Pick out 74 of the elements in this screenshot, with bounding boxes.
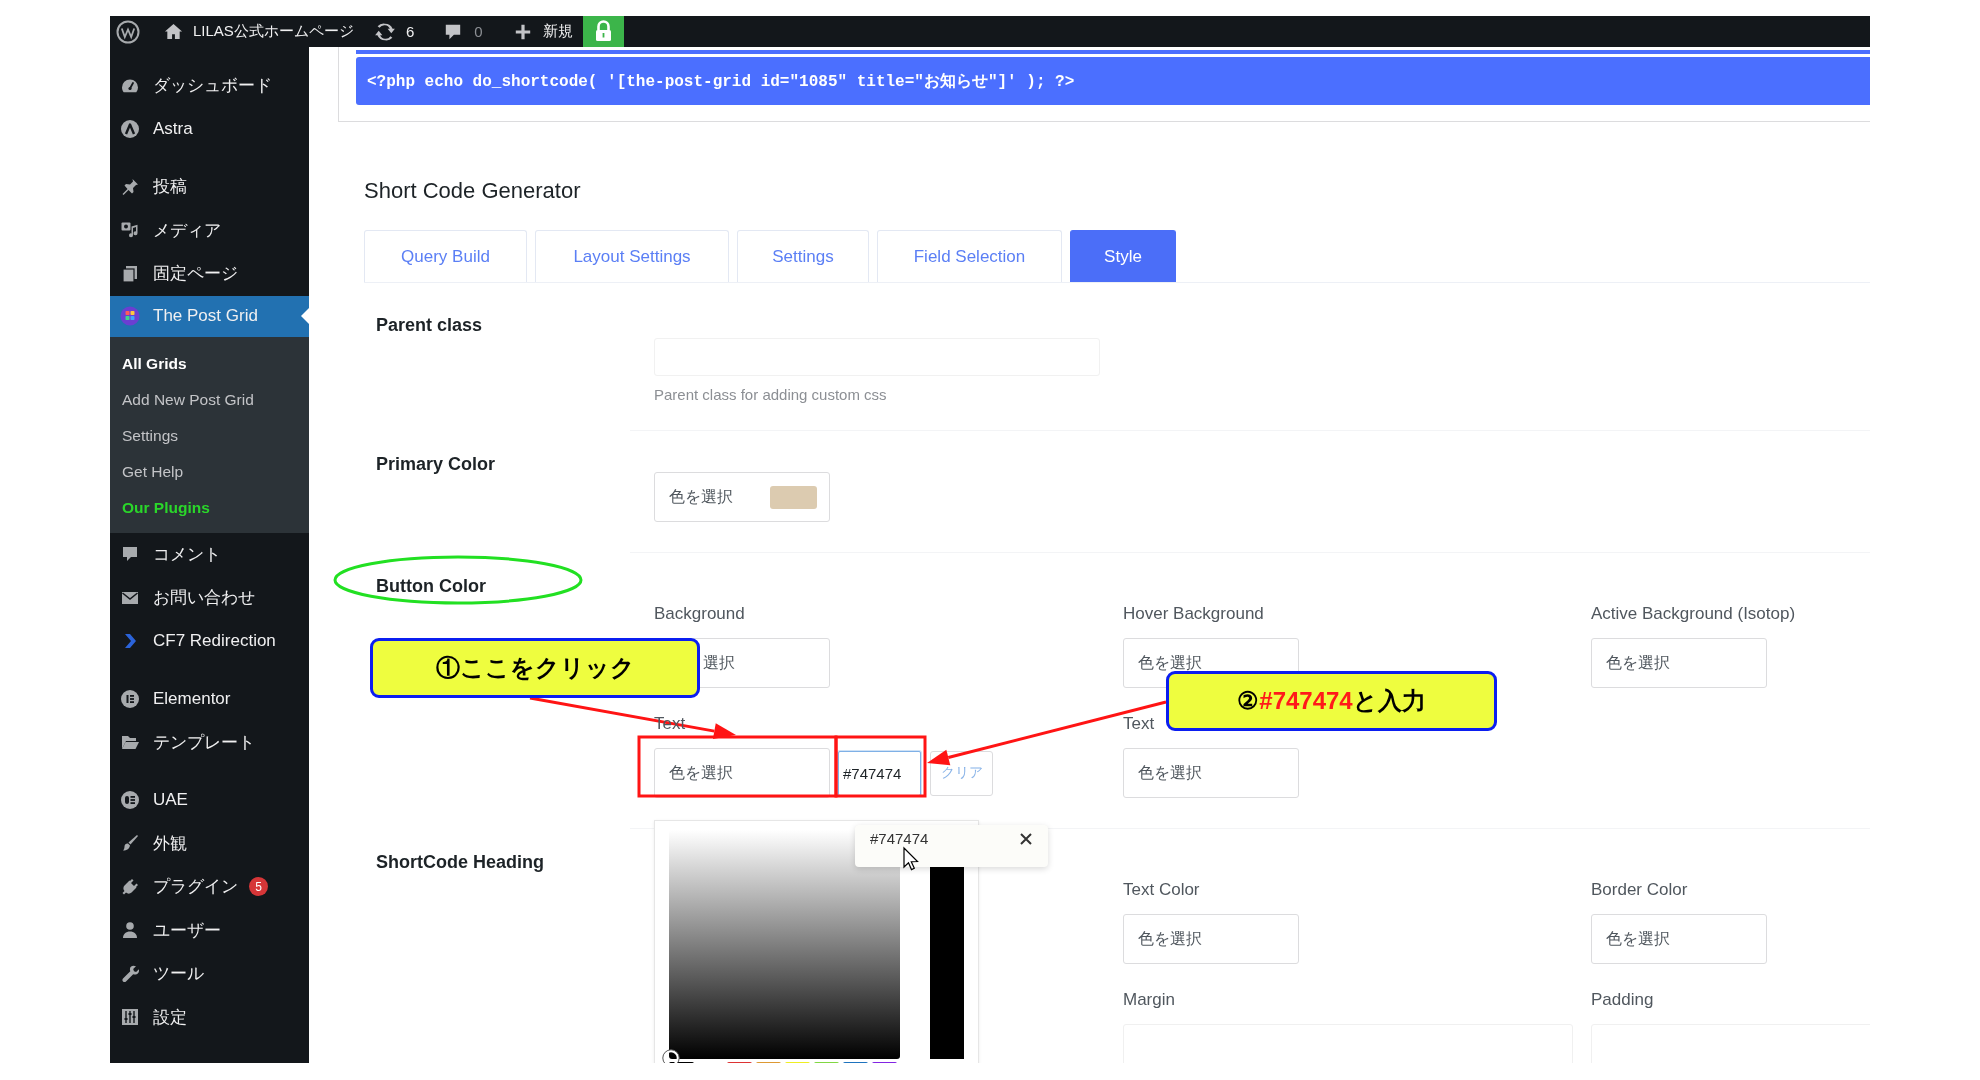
section-title: Short Code Generator bbox=[364, 178, 581, 204]
tab[interactable]: Layout Settings bbox=[535, 230, 729, 282]
site-link[interactable]: LILAS公式ホームページ bbox=[164, 16, 354, 47]
menu-item[interactable]: 固定ページ bbox=[110, 252, 309, 296]
menu-item[interactable]: メディア bbox=[110, 208, 309, 252]
suggestion-item[interactable]: #747474 bbox=[870, 830, 929, 848]
section-label: Primary Color bbox=[375, 453, 496, 475]
menu-item[interactable]: CF7 Redirection bbox=[110, 619, 309, 663]
plus-icon bbox=[514, 23, 531, 40]
user-icon bbox=[120, 920, 140, 941]
plug-icon bbox=[120, 876, 140, 897]
menu-item[interactable]: The Post Grid bbox=[110, 295, 309, 337]
menu-item[interactable]: 設定 bbox=[110, 995, 309, 1039]
menu-item[interactable]: 投稿 bbox=[110, 165, 309, 209]
comments-link[interactable]: 0 bbox=[444, 16, 483, 47]
notch-icon bbox=[301, 307, 309, 324]
field-label: Text Color bbox=[1123, 880, 1200, 900]
menu-item[interactable]: プラグイン 5 bbox=[110, 865, 309, 909]
callout-tooltip: ①ここをクリック bbox=[370, 638, 700, 698]
help-text: Parent class for adding custom css bbox=[654, 386, 887, 404]
new-link[interactable]: 新規 bbox=[514, 16, 573, 47]
submenu-item[interactable]: All Grids bbox=[110, 345, 309, 382]
field-label: Margin bbox=[1123, 990, 1175, 1010]
menu-item[interactable]: ユーザー bbox=[110, 908, 309, 952]
section-label: Button Color bbox=[375, 575, 486, 597]
menu-item[interactable]: ダッシュボード bbox=[110, 64, 309, 108]
color-picker-button[interactable]: 色を選択 bbox=[1123, 914, 1299, 964]
picker-handle-icon[interactable] bbox=[662, 1049, 680, 1063]
color-picker-button[interactable]: 色を選択 bbox=[1591, 914, 1767, 964]
circle-logo-icon bbox=[120, 688, 140, 709]
tab[interactable]: Style bbox=[1070, 230, 1176, 282]
sliders-icon bbox=[120, 1007, 140, 1028]
count-badge: 5 bbox=[249, 877, 268, 897]
field-label: Text bbox=[1123, 714, 1155, 734]
menu-item[interactable]: コメント bbox=[110, 532, 309, 576]
callout-tooltip: ②#747474と入力 bbox=[1166, 671, 1497, 731]
menu-item[interactable]: お問い合わせ bbox=[110, 576, 309, 620]
hex-input[interactable]: #747474 bbox=[838, 750, 921, 796]
shortcode-text: <?php echo do_shortcode( '[the-post-grid id="1085" title="お知らせ"]' ); ?> bbox=[356, 57, 1870, 105]
menu-item[interactable]: 外観 bbox=[110, 821, 309, 865]
logo-icon[interactable] bbox=[116, 19, 140, 44]
submenu-item[interactable]: Add New Post Grid bbox=[110, 381, 309, 418]
circle-logo-icon bbox=[120, 119, 140, 140]
menu-item[interactable]: Elementor bbox=[110, 677, 309, 721]
menu-item[interactable]: UAE bbox=[110, 778, 309, 822]
tab[interactable]: Query Build bbox=[364, 230, 527, 282]
tab[interactable]: Field Selection bbox=[877, 230, 1062, 282]
field-label: Hover Background bbox=[1123, 604, 1264, 624]
submenu-item[interactable]: Our Plugins bbox=[110, 489, 309, 526]
menu-item[interactable]: Astra bbox=[110, 107, 309, 151]
lock-icon[interactable] bbox=[582, 16, 624, 47]
section-label: ShortCode Heading bbox=[375, 851, 544, 873]
tab[interactable]: Settings bbox=[737, 230, 869, 282]
color-picker-button[interactable]: 色を選択 bbox=[654, 472, 830, 522]
menu-item[interactable]: テンプレート bbox=[110, 720, 309, 764]
grid-icon bbox=[120, 306, 140, 326]
section-label: Parent class bbox=[375, 314, 483, 336]
circle-logo-icon bbox=[120, 789, 140, 810]
field-label: Padding bbox=[1591, 990, 1654, 1010]
field-label: Active Background (Isotop) bbox=[1591, 604, 1796, 624]
field-label: Border Color bbox=[1591, 880, 1688, 900]
wrench-icon bbox=[120, 963, 140, 984]
updates-link[interactable]: 6 bbox=[373, 16, 415, 47]
field-label: Background bbox=[654, 604, 745, 624]
color-picker-button[interactable]: 色を選択 bbox=[1123, 748, 1299, 798]
speech-bubble-icon bbox=[444, 22, 463, 41]
home-icon bbox=[164, 22, 183, 41]
submenu-item[interactable]: Get Help bbox=[110, 453, 309, 490]
color-picker-button[interactable]: 色を選択 bbox=[654, 748, 830, 798]
color-picker-button[interactable]: 色を選択 bbox=[1591, 638, 1767, 688]
submenu-item[interactable]: Settings bbox=[110, 417, 309, 454]
menu-item[interactable]: ツール bbox=[110, 952, 309, 996]
pages-icon bbox=[120, 263, 140, 284]
close-icon[interactable] bbox=[1020, 833, 1032, 845]
